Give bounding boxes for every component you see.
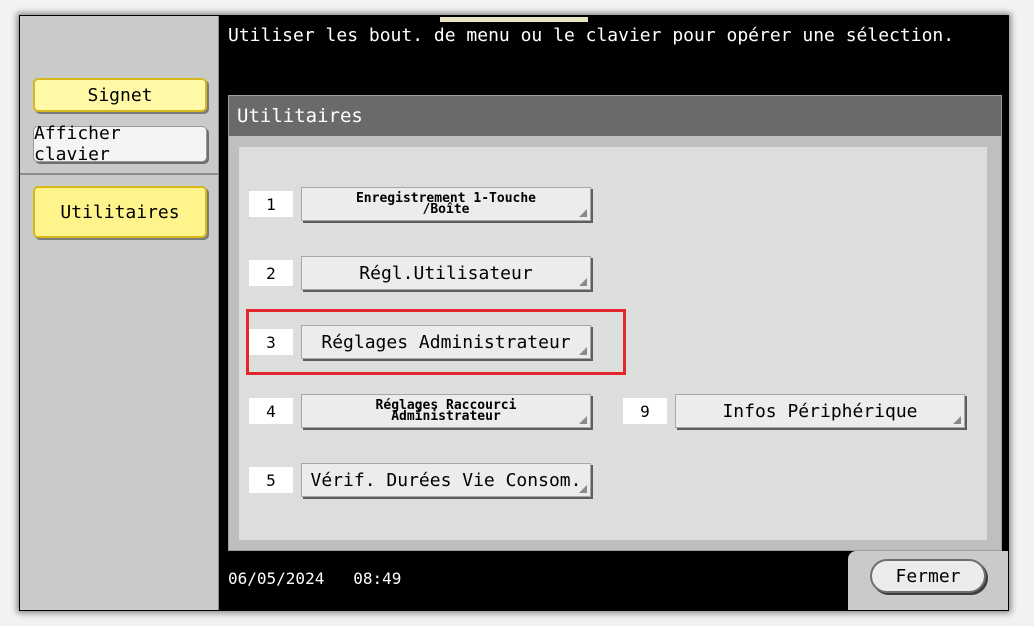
menu-label: Infos Périphérique — [722, 400, 918, 422]
close-button[interactable]: Fermer — [870, 559, 986, 593]
menu-label: Vérif. Durées Vie Consom. — [310, 469, 582, 491]
menu-number-9: 9 — [623, 398, 667, 424]
menu-button-admin-shortcut-settings[interactable]: Réglages Raccourci Administrateur — [301, 394, 591, 428]
show-keyboard-button[interactable]: Afficher clavier — [33, 123, 207, 165]
device-screen: Signet Afficher clavier Utilitaires Util… — [19, 15, 1009, 611]
menu-button-device-info[interactable]: Infos Périphérique — [675, 394, 965, 428]
corner-arrow-icon — [579, 416, 587, 424]
corner-arrow-icon — [579, 209, 587, 217]
time-text: 08:49 — [353, 569, 402, 588]
menu-label: Régl.Utilisateur — [359, 262, 533, 284]
menu-label: Enregistrement 1-Touche /Boîte — [355, 191, 536, 217]
sidebar-divider — [20, 173, 218, 175]
panel-title: Utilitaires — [229, 96, 1001, 136]
menu-button-consumables-life[interactable]: Vérif. Durées Vie Consom. — [301, 463, 591, 497]
top-indicator-strip — [440, 17, 588, 22]
corner-arrow-icon — [953, 416, 961, 424]
corner-arrow-icon — [579, 278, 587, 286]
status-bar: 06/05/2024 08:49 — [228, 569, 401, 588]
highlight-box — [246, 309, 626, 375]
signet-button[interactable]: Signet — [33, 78, 207, 112]
menu-label: Réglages Raccourci Administrateur — [375, 398, 517, 424]
utilities-tab[interactable]: Utilitaires — [33, 186, 207, 238]
menu-number-5: 5 — [249, 467, 293, 493]
menu-button-one-touch-box[interactable]: Enregistrement 1-Touche /Boîte — [301, 187, 591, 221]
left-sidebar: Signet Afficher clavier Utilitaires — [20, 16, 219, 610]
menu-number-1: 1 — [249, 191, 293, 217]
instruction-message: Utiliser les bout. de menu ou le clavier… — [228, 25, 955, 46]
menu-button-user-settings[interactable]: Régl.Utilisateur — [301, 256, 591, 290]
menu-number-4: 4 — [249, 398, 293, 424]
menu-number-2: 2 — [249, 260, 293, 286]
date-text: 06/05/2024 — [228, 569, 325, 588]
corner-arrow-icon — [579, 485, 587, 493]
